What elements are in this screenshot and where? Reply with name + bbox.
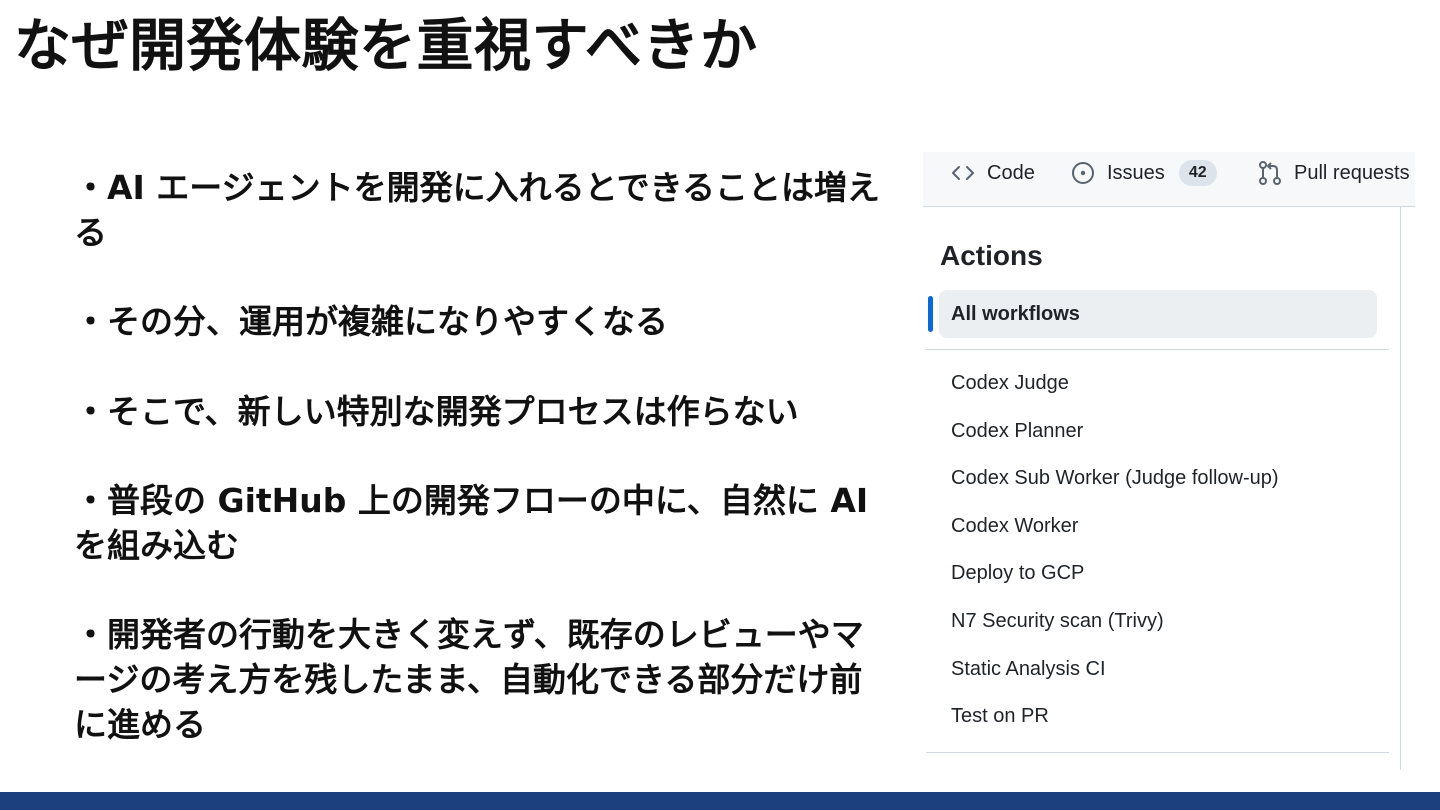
bullet-item: ・その分、運用が複雑になりやすくなる xyxy=(74,302,668,341)
slide: なぜ開発体験を重視すべきか ・AI エージェントを開発に入れるとできることは増え… xyxy=(0,0,1440,810)
panel-divider xyxy=(1400,206,1401,770)
tab-pull-requests[interactable]: Pull requests xyxy=(1258,160,1410,186)
workflow-item[interactable]: Codex Planner xyxy=(951,408,1279,456)
slide-title: なぜ開発体験を重視すべきか xyxy=(14,13,758,79)
git-pull-request-icon xyxy=(1258,160,1282,186)
tab-issues-label: Issues xyxy=(1107,161,1165,184)
bullet-item: ・普段の GitHub 上の開発フローの中に、自然に AI を組み込む xyxy=(74,481,869,565)
bullet-item: ・そこで、新しい特別な開発プロセスは作らない xyxy=(74,392,799,431)
divider xyxy=(926,349,1389,350)
footer-bar xyxy=(0,792,1440,810)
workflow-list: Codex Judge Codex Planner Codex Sub Work… xyxy=(951,360,1279,741)
bullet-item: ・AI エージェントを開発に入れるとできることは増える xyxy=(74,168,880,252)
workflow-item[interactable]: Codex Judge xyxy=(951,360,1279,408)
workflow-item[interactable]: Codex Sub Worker (Judge follow-up) xyxy=(951,455,1279,503)
workflow-label: All workflows xyxy=(951,302,1080,325)
workflow-all-workflows[interactable]: All workflows xyxy=(939,290,1377,338)
workflow-item[interactable]: N7 Security scan (Trivy) xyxy=(951,598,1279,646)
repo-nav-tabs: Code Issues 42 Pull requests xyxy=(923,152,1415,207)
issues-count-badge: 42 xyxy=(1178,160,1217,186)
bullet-item: ・開発者の行動を大きく変えず、既存のレビューやマージの考え方を残したまま、自動化… xyxy=(74,615,864,744)
divider xyxy=(926,752,1389,753)
bullet-list: ・AI エージェントを開発に入れるとできることは増える ・その分、運用が複雑にな… xyxy=(74,165,889,791)
selected-indicator xyxy=(928,296,933,332)
workflow-item[interactable]: Test on PR xyxy=(951,693,1279,741)
tab-pull-requests-label: Pull requests xyxy=(1294,161,1410,184)
workflow-item[interactable]: Codex Worker xyxy=(951,503,1279,551)
tab-issues[interactable]: Issues 42 xyxy=(1071,160,1217,186)
tab-code-label: Code xyxy=(987,161,1035,184)
github-actions-screenshot: Code Issues 42 Pull requests Actions All… xyxy=(923,152,1415,770)
workflow-item[interactable]: Deploy to GCP xyxy=(951,550,1279,598)
actions-heading: Actions xyxy=(940,240,1043,271)
issue-opened-icon xyxy=(1071,161,1095,185)
tab-code[interactable]: Code xyxy=(951,160,1035,186)
workflow-item[interactable]: Static Analysis CI xyxy=(951,646,1279,694)
code-icon xyxy=(951,163,975,183)
